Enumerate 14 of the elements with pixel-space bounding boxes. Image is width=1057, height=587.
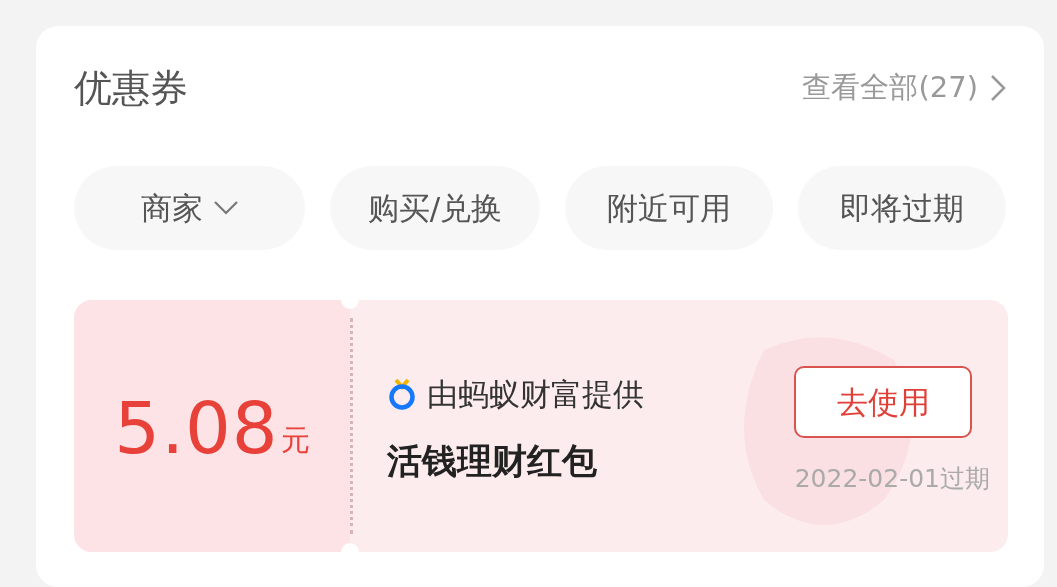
expiry-date: 2022-02-01过期 [794, 463, 990, 496]
provider-text: 由蚂蚁财富提供 [427, 374, 644, 414]
filter-chip[interactable]: 附近可用 [565, 166, 773, 250]
coupon-name: 活钱理财红包 [387, 440, 598, 483]
currency-unit: 元 [280, 421, 310, 459]
section-title: 优惠券 [74, 64, 188, 112]
chevron-right-icon [990, 74, 1006, 102]
chevron-down-icon [212, 200, 239, 216]
coupon-amount: 5.08 [114, 392, 279, 464]
filter-chip[interactable]: 商家 [74, 166, 305, 250]
filter-chip[interactable]: 购买/兑换 [330, 166, 540, 250]
provider-logo-icon [387, 377, 417, 410]
filter-chip[interactable]: 即将过期 [798, 166, 1006, 250]
use-coupon-button[interactable]: 去使用 [794, 366, 972, 439]
